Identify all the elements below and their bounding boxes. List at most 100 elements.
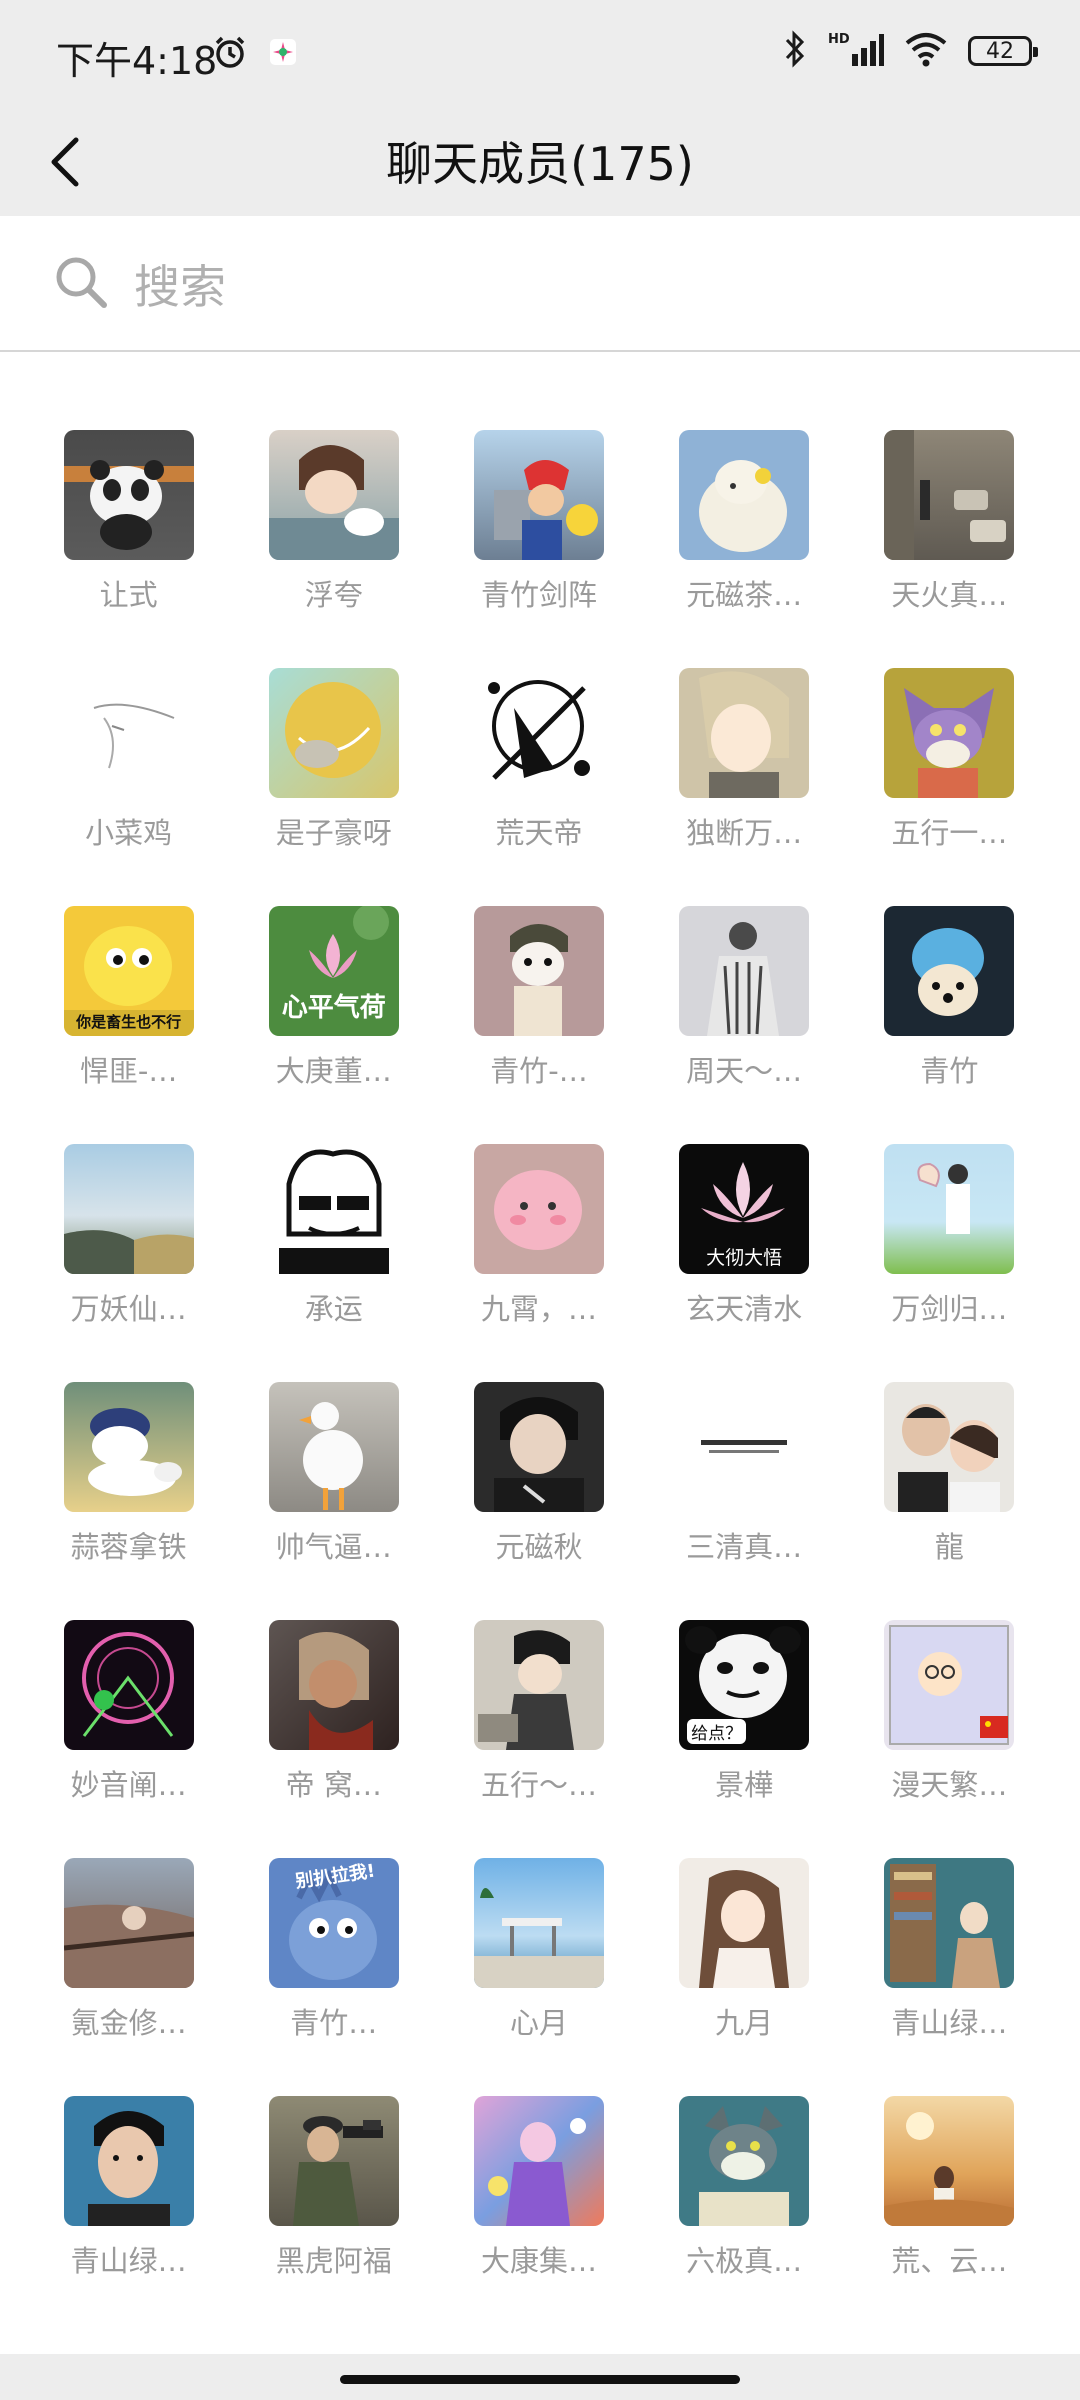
member-item[interactable]: 独断万… bbox=[642, 668, 847, 906]
member-name: 蒜蓉拿铁 bbox=[70, 1530, 187, 1564]
member-name: 浮夸 bbox=[304, 578, 363, 612]
avatar-caption: 心平气荷 bbox=[281, 993, 386, 1023]
member-item[interactable]: 六极真… bbox=[642, 2096, 847, 2334]
member-name: 天火真… bbox=[891, 578, 1008, 612]
avatar bbox=[63, 668, 194, 798]
member-item[interactable]: 大彻大悟 玄天清水 bbox=[642, 1144, 847, 1382]
member-item[interactable]: 心月 bbox=[436, 1858, 641, 2096]
member-item[interactable]: 九霄，… bbox=[436, 1144, 641, 1382]
member-item[interactable]: 元磁茶… bbox=[642, 430, 847, 668]
member-item[interactable]: 帝 窝… bbox=[231, 1620, 436, 1858]
member-item[interactable]: 小菜鸡 bbox=[26, 668, 231, 906]
member-name: 让式 bbox=[99, 578, 158, 612]
member-name: 黑虎阿福 bbox=[275, 2244, 392, 2278]
avatar bbox=[473, 1382, 604, 1512]
avatar bbox=[679, 906, 810, 1036]
member-item[interactable]: 青竹-… bbox=[436, 906, 641, 1144]
member-item[interactable]: 蒜蓉拿铁 bbox=[26, 1382, 231, 1620]
avatar bbox=[63, 1858, 194, 1988]
member-item[interactable]: 大康集… bbox=[436, 2096, 641, 2334]
member-item[interactable]: 妙音阐… bbox=[26, 1620, 231, 1858]
member-name: 景樺 bbox=[715, 1768, 774, 1802]
member-name: 帅气逼… bbox=[275, 1530, 392, 1564]
avatar bbox=[268, 1144, 399, 1274]
avatar bbox=[473, 1144, 604, 1274]
avatar bbox=[473, 906, 604, 1036]
member-name: 青竹剑阵 bbox=[480, 578, 597, 612]
member-item[interactable]: 承运 bbox=[231, 1144, 436, 1382]
member-item[interactable]: 三清真… bbox=[642, 1382, 847, 1620]
member-item[interactable]: 元磁秋 bbox=[436, 1382, 641, 1620]
home-indicator[interactable] bbox=[340, 2375, 740, 2384]
avatar bbox=[63, 2096, 194, 2226]
avatar bbox=[473, 2096, 604, 2226]
avatar bbox=[473, 668, 604, 798]
member-item[interactable]: 帅气逼… bbox=[231, 1382, 436, 1620]
member-name: 是子豪呀 bbox=[275, 816, 392, 850]
member-name: 五行一… bbox=[891, 816, 1008, 850]
avatar: 给点？ bbox=[679, 1620, 810, 1750]
avatar bbox=[679, 430, 810, 560]
bluetooth-icon bbox=[782, 30, 808, 72]
avatar: 大彻大悟 bbox=[679, 1144, 810, 1274]
alarm-icon bbox=[212, 34, 248, 74]
member-item[interactable]: 漫天繁… bbox=[847, 1620, 1052, 1858]
avatar bbox=[679, 1382, 810, 1512]
member-item[interactable]: 黑虎阿福 bbox=[231, 2096, 436, 2334]
avatar-caption: 给点？ bbox=[687, 1719, 747, 1744]
member-name: 六极真… bbox=[686, 2244, 803, 2278]
member-item[interactable]: 周天～… bbox=[642, 906, 847, 1144]
member-name: 周天～… bbox=[686, 1054, 803, 1088]
member-item[interactable]: 万妖仙… bbox=[26, 1144, 231, 1382]
member-name: 帝 窝… bbox=[285, 1768, 382, 1802]
member-name: 九月 bbox=[715, 2006, 774, 2040]
member-item[interactable]: 让式 bbox=[26, 430, 231, 668]
member-item[interactable]: 你是畜生也不行 悍匪-… bbox=[26, 906, 231, 1144]
member-item[interactable]: 青山绿… bbox=[847, 1858, 1052, 2096]
member-item[interactable]: 是子豪呀 bbox=[231, 668, 436, 906]
avatar bbox=[884, 906, 1015, 1036]
svg-text:HD: HD bbox=[828, 32, 850, 47]
member-item[interactable]: 万剑归… bbox=[847, 1144, 1052, 1382]
avatar bbox=[884, 1620, 1015, 1750]
member-name: 漫天繁… bbox=[891, 1768, 1008, 1802]
member-name: 青竹 bbox=[920, 1054, 979, 1088]
avatar bbox=[679, 668, 810, 798]
avatar bbox=[63, 1382, 194, 1512]
member-item[interactable]: 荒天帝 bbox=[436, 668, 641, 906]
member-name: 青山绿… bbox=[891, 2006, 1008, 2040]
member-name: 龍 bbox=[934, 1530, 964, 1564]
member-item[interactable]: 青山绿… bbox=[26, 2096, 231, 2334]
avatar: 心平气荷 bbox=[268, 906, 399, 1036]
member-name: 独断万… bbox=[686, 816, 803, 850]
signal-hd-icon: HD bbox=[828, 30, 884, 72]
avatar bbox=[884, 1858, 1015, 1988]
member-item[interactable]: 心平气荷 大庚董… bbox=[231, 906, 436, 1144]
member-item[interactable]: 天火真… bbox=[847, 430, 1052, 668]
member-name: 小菜鸡 bbox=[85, 816, 173, 850]
member-item[interactable]: 青竹剑阵 bbox=[436, 430, 641, 668]
avatar bbox=[884, 2096, 1015, 2226]
member-item[interactable]: 荒、云… bbox=[847, 2096, 1052, 2334]
member-item[interactable]: 浮夸 bbox=[231, 430, 436, 668]
member-item[interactable]: 青竹 bbox=[847, 906, 1052, 1144]
member-item[interactable]: 九月 bbox=[642, 1858, 847, 2096]
member-item[interactable]: 龍 bbox=[847, 1382, 1052, 1620]
member-item[interactable]: 五行一… bbox=[847, 668, 1052, 906]
battery-level: 42 bbox=[986, 38, 1014, 64]
search-placeholder: 搜索 bbox=[134, 260, 226, 314]
member-item[interactable]: 别扒拉我! 青竹… bbox=[231, 1858, 436, 2096]
avatar: 别扒拉我! bbox=[268, 1858, 399, 1988]
status-bar: 下午4:18 HD 42 bbox=[0, 0, 1080, 110]
avatar bbox=[884, 668, 1015, 798]
search-area: 搜索 bbox=[0, 216, 1080, 352]
member-item[interactable]: 给点？ 景樺 bbox=[642, 1620, 847, 1858]
member-name: 荒天帝 bbox=[495, 816, 583, 850]
avatar-caption: 你是畜生也不行 bbox=[76, 1013, 182, 1031]
member-name: 万妖仙… bbox=[70, 1292, 187, 1326]
member-item[interactable]: 氪金修… bbox=[26, 1858, 231, 2096]
member-item[interactable]: 五行～… bbox=[436, 1620, 641, 1858]
avatar bbox=[268, 430, 399, 560]
member-name: 妙音阐… bbox=[70, 1768, 187, 1802]
search-input[interactable]: 搜索 bbox=[52, 246, 1032, 322]
